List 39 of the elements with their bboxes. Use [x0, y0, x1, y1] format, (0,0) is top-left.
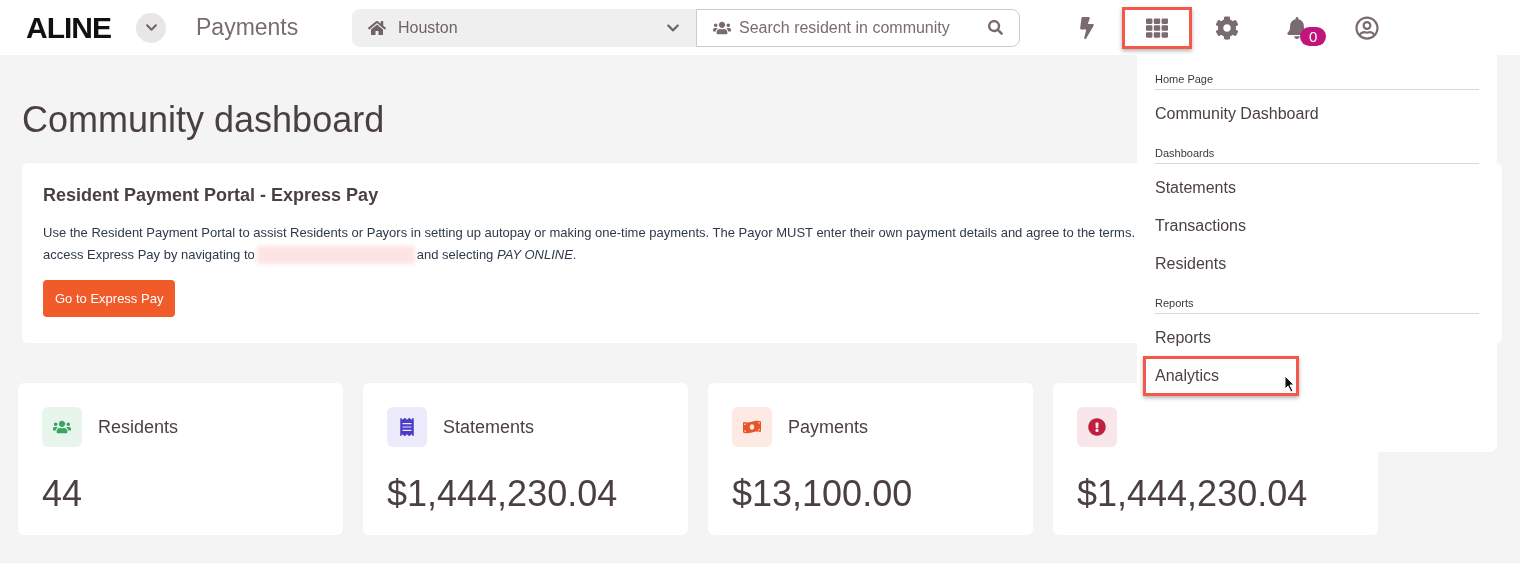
stat-value: 44	[42, 473, 84, 515]
menu-heading: Reports	[1155, 297, 1479, 314]
menu-item[interactable]: Analytics	[1143, 356, 1299, 396]
settings-icon[interactable]	[1215, 15, 1239, 40]
stat-value: $1,444,230.04	[387, 473, 619, 515]
search-field[interactable]: Search resident in community	[696, 8, 1020, 47]
menu-item[interactable]: Community Dashboard	[1143, 94, 1331, 134]
cursor-icon	[1284, 375, 1296, 393]
description-text: Use the Resident Payment Portal to assist Residents or Payors in setting up autopay or making one-time payments. The Payor MUST enter their own payment details and agree to the terms.	[43, 224, 1136, 242]
menu-heading: Home Page	[1155, 73, 1479, 90]
apps-button[interactable]	[1122, 6, 1192, 49]
logo: ALINE	[26, 10, 112, 45]
alert-icon	[1077, 407, 1117, 447]
stat-value: $1,444,230.04	[1077, 473, 1309, 515]
stat-label: Statements	[443, 416, 535, 438]
description-text: access Express Pay by navigating to	[43, 246, 255, 264]
banknote-icon	[732, 407, 772, 447]
caret-icon	[144, 21, 158, 34]
people-icon	[42, 407, 82, 447]
house-icon	[368, 18, 386, 37]
page-title: Community dashboard	[22, 99, 385, 141]
menu-toggle-button[interactable]	[136, 12, 166, 43]
stat-value: $13,100.00	[732, 473, 914, 515]
menu-heading: Dashboards	[1155, 147, 1479, 164]
menu-item[interactable]: Transactions	[1143, 206, 1299, 246]
card-title: Resident Payment Portal - Express Pay	[43, 185, 379, 206]
search-icon	[988, 20, 1003, 35]
grid-icon	[1146, 16, 1168, 39]
description-text: and selecting PAY ONLINE.	[416, 246, 577, 264]
app-title: Payments	[196, 14, 300, 41]
menu-item[interactable]: Reports	[1143, 318, 1299, 358]
notification-count: 0	[1300, 26, 1327, 46]
menu-item[interactable]: Residents	[1143, 244, 1299, 284]
stat-label: Payments	[788, 416, 869, 438]
community-select[interactable]: Houston	[352, 8, 696, 47]
menu-item[interactable]: Statements	[1143, 168, 1299, 208]
user-icon[interactable]	[1355, 15, 1379, 40]
receipt-icon	[387, 407, 427, 447]
stat-label: Residents	[98, 416, 179, 438]
